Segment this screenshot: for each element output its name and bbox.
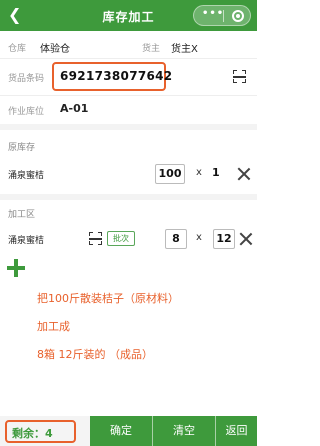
scan-icon[interactable]	[233, 70, 246, 83]
warehouse-label: 仓库	[8, 44, 27, 54]
original-qty-input[interactable]: 100	[155, 164, 185, 184]
location-value: A-01	[60, 102, 89, 115]
remain-count: 剩余：4	[12, 427, 53, 440]
original-item-name: 涌泉蜜桔	[8, 171, 45, 181]
more-dots-icon[interactable]: •••	[202, 8, 224, 19]
capsule-divider	[223, 10, 224, 22]
clear-button[interactable]: 清空	[153, 416, 215, 446]
owner-value: 货主X	[171, 44, 198, 55]
confirm-button[interactable]: 确定	[90, 416, 152, 446]
bottom-action-bar: 剩余：4 确定 清空 返回	[0, 416, 257, 446]
location-label: 作业库位	[8, 107, 45, 117]
remain-area: 剩余：4	[0, 416, 90, 446]
warehouse-value: 体验仓	[40, 44, 70, 55]
barcode-value: 6921738077642	[60, 69, 173, 83]
processing-qty-input[interactable]: 8	[165, 229, 187, 249]
scan-icon[interactable]	[89, 232, 102, 245]
record-icon[interactable]	[232, 10, 244, 22]
original-section-title: 原库存	[8, 143, 36, 153]
section-gap	[0, 124, 257, 130]
processing-section-title: 加工区	[8, 210, 36, 220]
batch-button[interactable]: 批次	[107, 231, 135, 246]
note-line-3: 8箱 12斤装的 （成品）	[37, 348, 153, 361]
top-nav-bar: ❮ 库存加工 •••	[0, 0, 257, 31]
back-button[interactable]: 返回	[216, 416, 257, 446]
close-icon[interactable]	[237, 167, 251, 181]
section-gap	[0, 194, 257, 200]
original-mult-sign: x	[196, 167, 202, 178]
barcode-label: 货品条码	[8, 74, 45, 84]
close-icon[interactable]	[239, 232, 253, 246]
add-icon[interactable]	[6, 258, 26, 278]
processing-factor-input[interactable]: 12	[213, 229, 235, 249]
note-line-2: 加工成	[37, 320, 70, 333]
note-line-1: 把100斤散装桔子（原材料）	[37, 292, 179, 305]
original-factor: 1	[212, 166, 220, 179]
processing-mult-sign: x	[196, 232, 202, 243]
divider	[0, 58, 257, 59]
owner-label: 货主	[142, 44, 161, 54]
processing-item-name: 涌泉蜜桔	[8, 236, 45, 246]
mini-program-capsule: •••	[193, 5, 251, 26]
divider	[0, 95, 257, 96]
